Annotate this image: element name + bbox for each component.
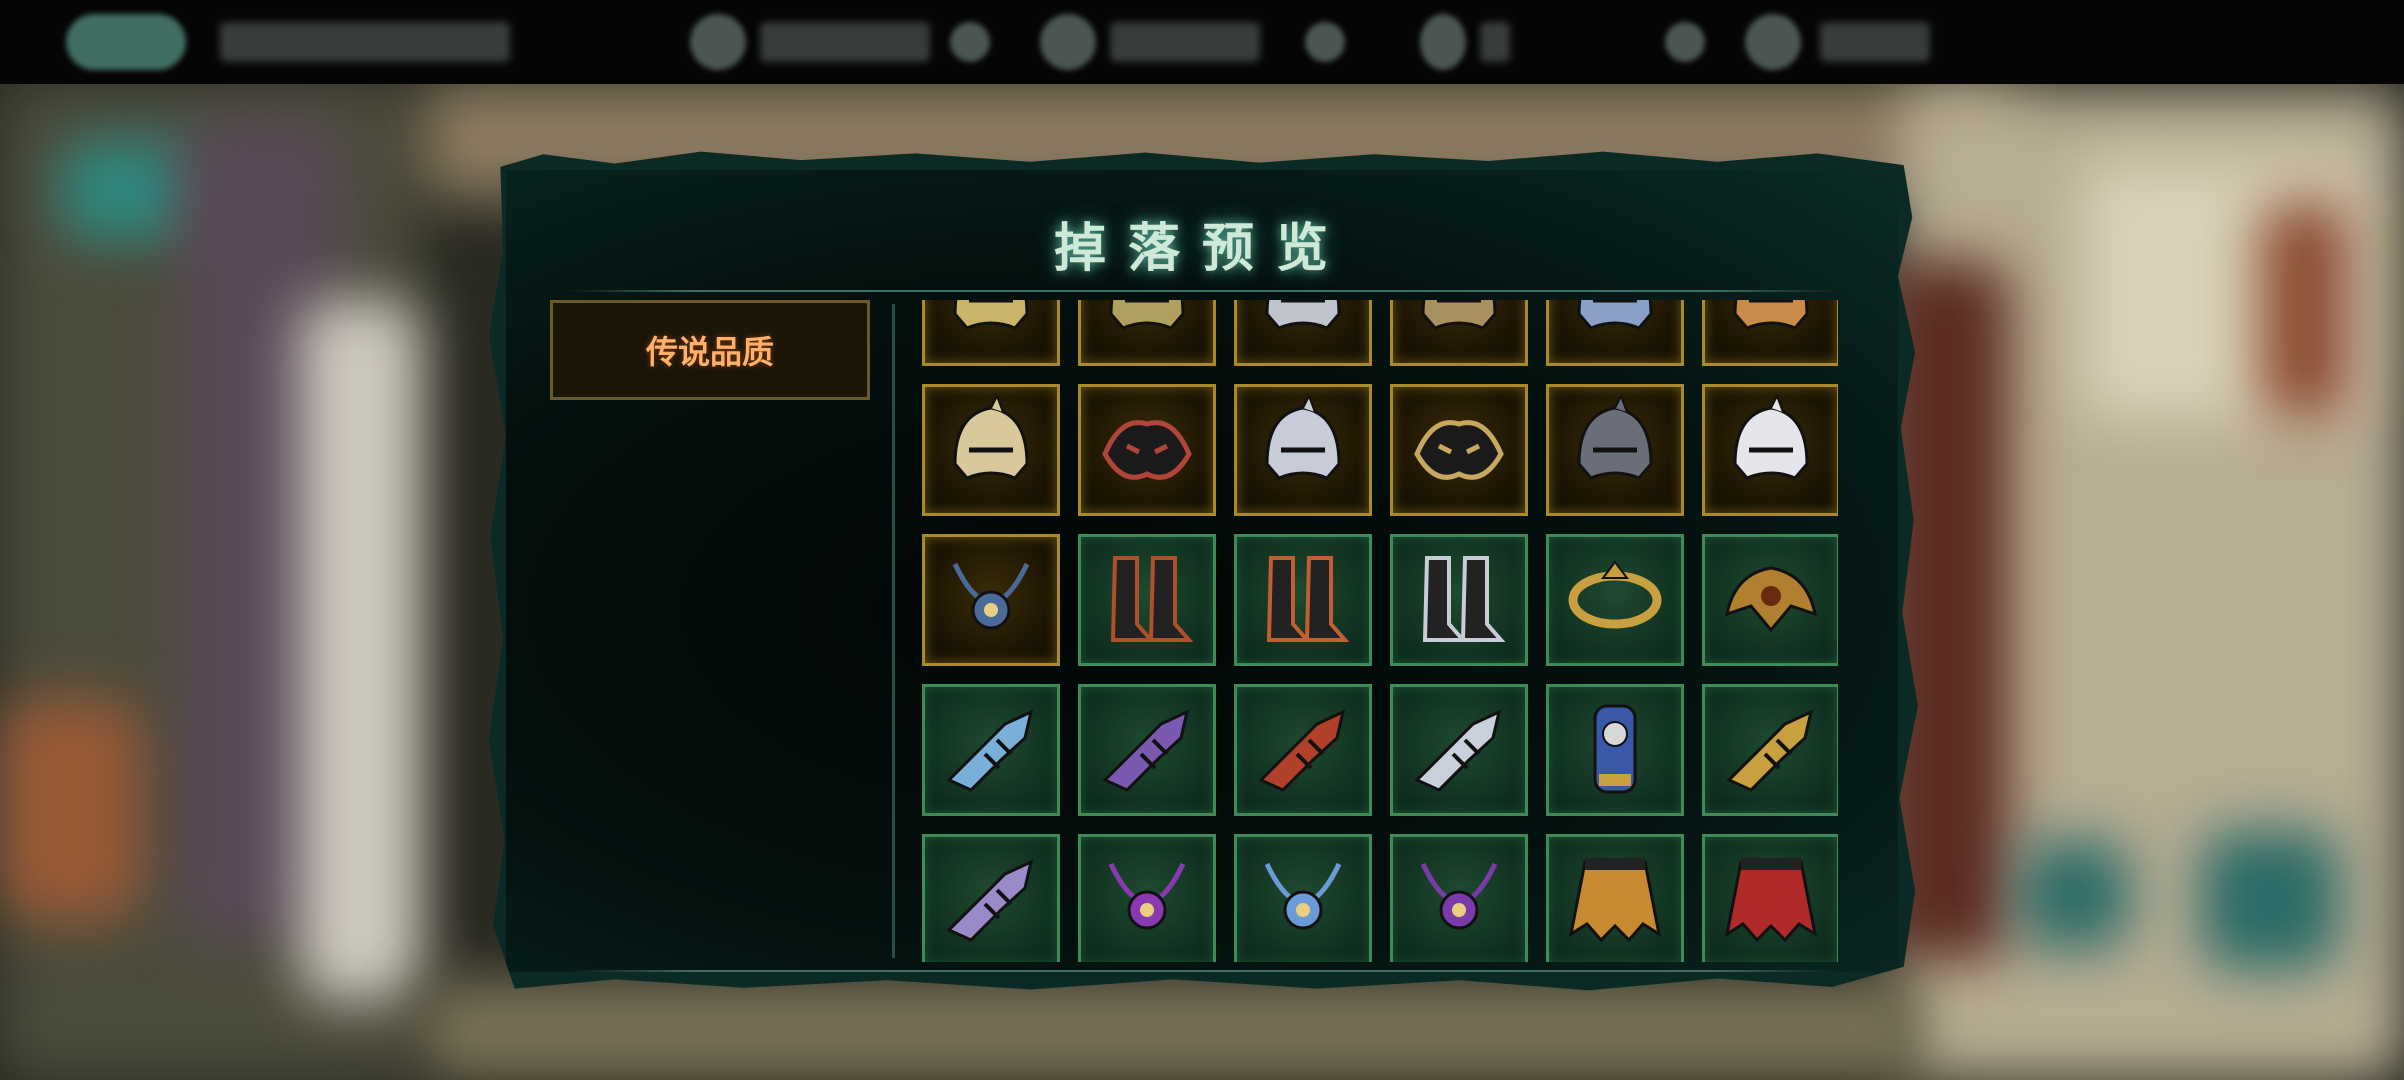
item-slot[interactable] bbox=[1078, 684, 1216, 816]
helmet-icon bbox=[1403, 300, 1515, 356]
add-crystal-icon[interactable] bbox=[1305, 22, 1345, 62]
mask-icon bbox=[1091, 394, 1203, 506]
helmet-icon bbox=[1559, 393, 1671, 506]
boots-icon bbox=[1247, 544, 1359, 656]
helmet-icon bbox=[935, 300, 1047, 356]
item-slot[interactable] bbox=[922, 834, 1060, 962]
item-slot[interactable] bbox=[922, 384, 1060, 516]
item-slot[interactable] bbox=[1546, 534, 1684, 666]
item-slot[interactable] bbox=[1234, 384, 1372, 516]
tab-legendary-quality[interactable]: 传说品质 bbox=[550, 300, 870, 400]
item-slot[interactable] bbox=[1234, 834, 1372, 962]
amulet-icon bbox=[1091, 844, 1203, 956]
gauntlet-icon bbox=[1403, 694, 1515, 806]
title-divider bbox=[566, 290, 1838, 292]
item-slot[interactable] bbox=[1078, 300, 1216, 366]
skirt-icon bbox=[1559, 844, 1671, 956]
back-icon[interactable] bbox=[66, 14, 186, 70]
location-label bbox=[220, 22, 510, 62]
item-slot[interactable] bbox=[1702, 834, 1838, 962]
gauntlet-icon bbox=[935, 694, 1047, 806]
item-slot[interactable] bbox=[1390, 834, 1528, 962]
add-energy-icon[interactable] bbox=[1665, 22, 1705, 62]
bottom-divider bbox=[566, 970, 1838, 972]
boots-icon bbox=[1091, 544, 1203, 656]
modal-title: 掉落预览 bbox=[1053, 218, 1350, 279]
add-currency-icon[interactable] bbox=[950, 22, 990, 62]
item-slot[interactable] bbox=[1390, 300, 1528, 366]
item-grid-viewport[interactable] bbox=[922, 300, 1838, 962]
item-slot[interactable] bbox=[1078, 534, 1216, 666]
boots-icon bbox=[1403, 544, 1515, 656]
item-slot[interactable] bbox=[1702, 300, 1838, 366]
drop-preview-modal: 掉落预览 传说品质 bbox=[488, 151, 1918, 991]
helmet-icon bbox=[935, 393, 1047, 506]
item-slot[interactable] bbox=[922, 684, 1060, 816]
helmet-icon bbox=[1715, 300, 1827, 356]
item-slot[interactable] bbox=[1234, 534, 1372, 666]
item-slot[interactable] bbox=[1702, 684, 1838, 816]
item-slot[interactable] bbox=[922, 534, 1060, 666]
energy-value bbox=[1480, 22, 1510, 62]
item-slot[interactable] bbox=[922, 300, 1060, 366]
item-slot[interactable] bbox=[1702, 384, 1838, 516]
item-slot[interactable] bbox=[1546, 684, 1684, 816]
amulet-icon bbox=[1247, 844, 1359, 956]
helmet-icon bbox=[1715, 393, 1827, 506]
item-slot[interactable] bbox=[1234, 684, 1372, 816]
crystal-icon bbox=[1040, 14, 1096, 70]
gauntlet-icon bbox=[1715, 694, 1827, 806]
ticket-icon bbox=[1745, 14, 1801, 70]
item-grid bbox=[922, 300, 1838, 962]
item-slot[interactable] bbox=[1390, 684, 1528, 816]
panel-divider bbox=[892, 304, 895, 958]
item-slot[interactable] bbox=[1234, 300, 1372, 366]
item-slot[interactable] bbox=[1390, 384, 1528, 516]
item-slot[interactable] bbox=[1546, 834, 1684, 962]
gauntlet-icon bbox=[935, 844, 1047, 956]
item-slot[interactable] bbox=[1078, 834, 1216, 962]
item-slot[interactable] bbox=[1546, 300, 1684, 366]
shoulder-icon bbox=[1715, 544, 1827, 656]
bracer-icon bbox=[1559, 694, 1671, 806]
item-slot[interactable] bbox=[1702, 534, 1838, 666]
currency-value bbox=[760, 22, 930, 62]
top-status-bar bbox=[0, 0, 2404, 84]
gauntlet-icon bbox=[1247, 694, 1359, 806]
amulet-icon bbox=[935, 544, 1047, 656]
helmet-icon bbox=[1559, 300, 1671, 356]
helmet-icon bbox=[1247, 300, 1359, 356]
ring-icon bbox=[1559, 544, 1671, 656]
item-slot[interactable] bbox=[1546, 384, 1684, 516]
modal-body: 掉落预览 传说品质 bbox=[506, 170, 1898, 972]
item-slot[interactable] bbox=[1390, 534, 1528, 666]
ticket-value bbox=[1820, 22, 1930, 62]
helmet-icon bbox=[1091, 300, 1203, 356]
gauntlet-icon bbox=[1091, 694, 1203, 806]
helmet-icon bbox=[1247, 393, 1359, 506]
amulet-icon bbox=[1403, 844, 1515, 956]
energy-icon bbox=[1420, 14, 1466, 70]
item-slot[interactable] bbox=[1078, 384, 1216, 516]
mask-icon bbox=[1403, 394, 1515, 506]
crystal-value bbox=[1110, 22, 1260, 62]
currency-icon bbox=[690, 14, 746, 70]
skirt-icon bbox=[1715, 844, 1827, 956]
